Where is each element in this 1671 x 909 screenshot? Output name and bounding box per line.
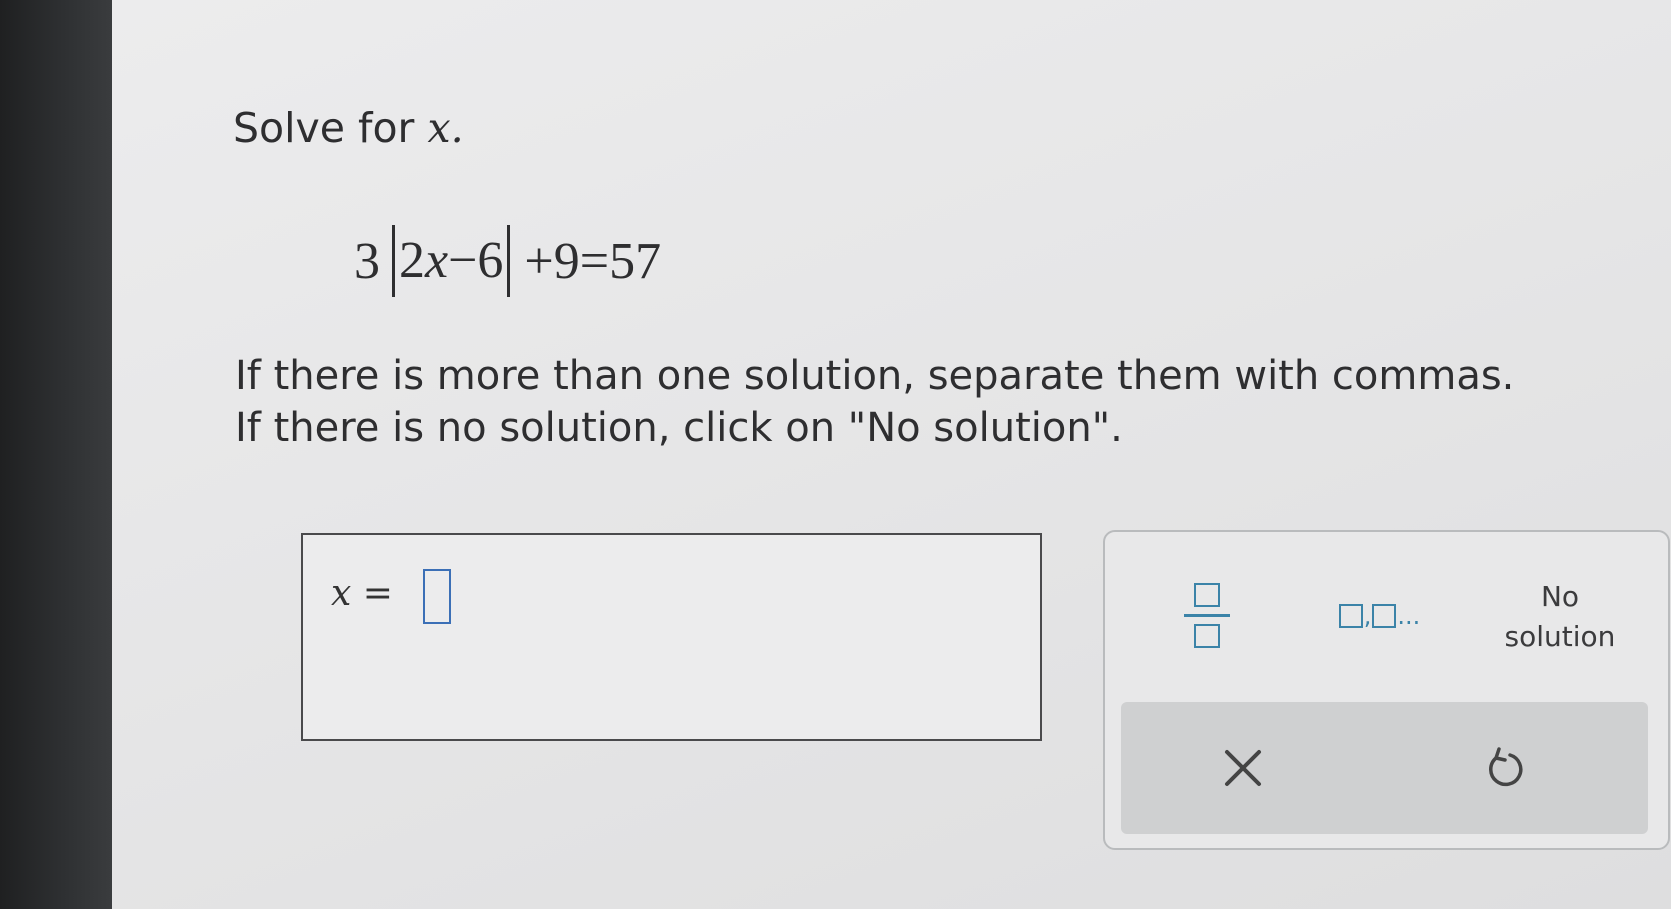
list-box-1 <box>1338 604 1363 628</box>
abs-inner-variable: x <box>425 232 449 289</box>
list-ellipsis: ... <box>1397 602 1421 630</box>
screen-bezel <box>0 0 112 909</box>
instruction-line-1: If there is more than one solution, sepa… <box>235 353 1515 399</box>
equation: 3 2x−6 +9=57 <box>354 225 661 297</box>
undo-button[interactable] <box>1473 738 1533 798</box>
clear-button[interactable] <box>1213 738 1273 798</box>
answer-input[interactable] <box>423 569 451 624</box>
absolute-value-expression: 2x−6 <box>392 225 511 297</box>
no-solution-button[interactable]: No solution <box>1485 572 1635 662</box>
answer-equals: = <box>351 573 393 614</box>
action-bar <box>1121 702 1648 834</box>
abs-inner-coefficient: 2 <box>399 232 425 289</box>
close-icon <box>1225 750 1261 786</box>
prompt-variable: x. <box>427 104 464 152</box>
answer-label: x = <box>331 573 393 614</box>
comma-list-button[interactable]: ,... <box>1315 594 1445 638</box>
answer-variable: x <box>331 573 352 614</box>
math-keypad: ,... No solution <box>1103 530 1670 850</box>
abs-inner-constant: −6 <box>448 232 504 289</box>
list-box-2 <box>1372 604 1397 628</box>
question-prompt: Solve for x. <box>233 104 464 152</box>
undo-icon <box>1489 747 1523 787</box>
prompt-text: Solve for <box>233 104 415 152</box>
equation-coefficient: 3 <box>354 232 380 290</box>
fraction-bar <box>1184 613 1230 617</box>
instruction-line-2: If there is no solution, click on "No so… <box>235 405 1123 451</box>
fraction-denominator-box <box>1194 623 1220 648</box>
fraction-button[interactable] <box>1177 572 1237 658</box>
equation-rest: +9=57 <box>524 232 662 290</box>
no-solution-label-line-2: solution <box>1504 620 1616 653</box>
instructions: If there is more than one solution, sepa… <box>235 350 1514 454</box>
no-solution-label-line-1: No <box>1540 580 1580 613</box>
answer-box[interactable]: x = <box>301 533 1042 741</box>
fraction-numerator-box <box>1194 582 1220 607</box>
